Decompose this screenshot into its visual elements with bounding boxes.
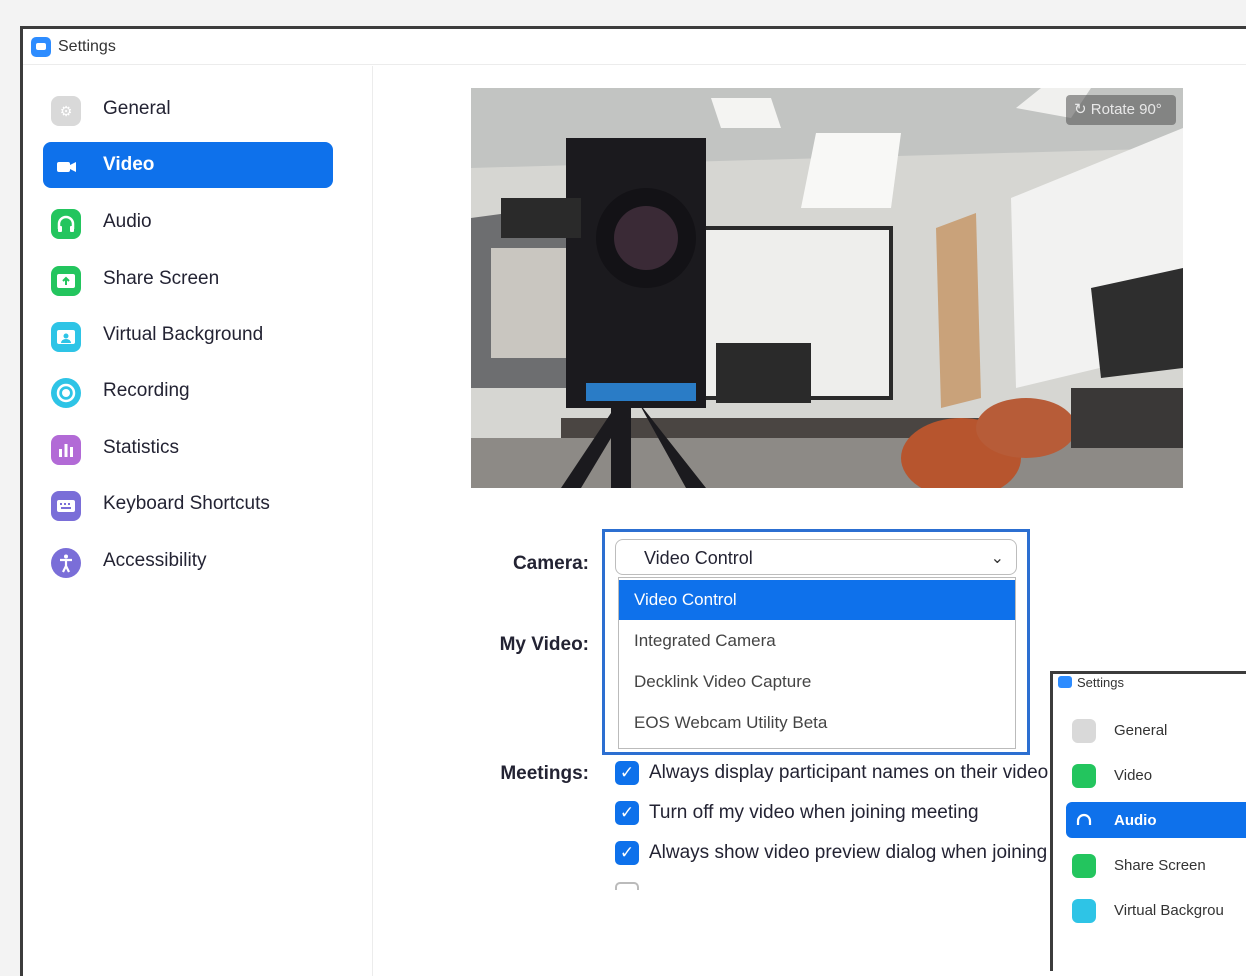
inset-sidebar-item-video[interactable]: Video xyxy=(1066,757,1246,793)
camera-preview xyxy=(471,88,1183,488)
sidebar-item-label: Recording xyxy=(103,380,190,401)
sidebar-item-virtual-background[interactable]: Virtual Background xyxy=(43,312,333,358)
share-screen-icon xyxy=(1072,854,1096,878)
video-camera-icon xyxy=(51,152,81,182)
camera-option-decklink-video-capture[interactable]: Decklink Video Capture xyxy=(619,662,1015,702)
video-camera-icon xyxy=(1072,764,1096,788)
rotate-icon: ↻ xyxy=(1074,101,1087,118)
zoom-logo-icon xyxy=(1058,676,1072,688)
sidebar-item-accessibility[interactable]: Accessibility xyxy=(43,538,333,584)
settings-inset-window: Settings General Video Audio Share Scree… xyxy=(1050,671,1246,971)
share-screen-icon xyxy=(51,266,81,296)
checkbox-label: Turn off my video when joining meeting xyxy=(649,802,979,823)
inset-item-label: Virtual Backgrou xyxy=(1114,902,1224,919)
meetings-label: Meetings: xyxy=(500,763,589,784)
headphones-icon xyxy=(1072,809,1096,833)
statistics-icon xyxy=(51,435,81,465)
sidebar-item-label: Audio xyxy=(103,211,152,232)
recording-icon xyxy=(51,378,81,408)
camera-option-eos-webcam-utility-beta[interactable]: EOS Webcam Utility Beta xyxy=(619,703,1015,743)
inset-sidebar-item-audio[interactable]: Audio xyxy=(1066,802,1246,838)
virtual-background-icon xyxy=(51,322,81,352)
sidebar-item-video[interactable]: Video xyxy=(43,142,333,188)
inset-sidebar-item-general[interactable]: General xyxy=(1066,712,1246,748)
sidebar-item-label: Statistics xyxy=(103,437,180,458)
inset-sidebar-item-virtual-background[interactable]: Virtual Backgrou xyxy=(1066,892,1246,928)
sidebar-item-share-screen[interactable]: Share Screen xyxy=(43,256,333,302)
accessibility-icon xyxy=(51,548,81,578)
inset-window-title: Settings xyxy=(1077,675,1124,690)
inset-item-label: General xyxy=(1114,722,1168,739)
rotate-90-button[interactable]: ↻ Rotate 90° xyxy=(1066,95,1176,125)
title-bar: Settings xyxy=(23,29,1246,65)
checkbox-label: Always display participant names on thei… xyxy=(649,762,1049,783)
headphones-icon xyxy=(51,209,81,239)
checkbox-label: Always show video preview dialog when jo… xyxy=(649,842,1078,863)
keyboard-icon xyxy=(51,491,81,521)
sidebar-item-label: General xyxy=(103,98,171,119)
sidebar-item-label: Video xyxy=(103,154,155,175)
rotate-label: Rotate 90° xyxy=(1090,101,1162,118)
sidebar-item-keyboard-shortcuts[interactable]: Keyboard Shortcuts xyxy=(43,481,333,527)
sidebar-item-label: Virtual Background xyxy=(103,324,264,345)
zoom-logo-icon xyxy=(31,37,51,57)
checkbox-partial-clip xyxy=(615,882,639,890)
window-title: Settings xyxy=(58,38,116,55)
inset-item-label: Share Screen xyxy=(1114,857,1206,874)
camera-options-list: Video Control Integrated Camera Decklink… xyxy=(618,577,1016,749)
chevron-down-icon: ⌄ xyxy=(990,550,1004,567)
sidebar-item-label: Accessibility xyxy=(103,550,207,571)
sidebar-item-general[interactable]: ⚙ General xyxy=(43,86,333,132)
virtual-background-icon xyxy=(1072,899,1096,923)
sidebar-item-audio[interactable]: Audio xyxy=(43,199,333,245)
settings-sidebar: ⚙ General Video Audio Share Screen Virtu… xyxy=(23,66,373,976)
camera-select[interactable]: Video Control ⌄ xyxy=(615,539,1017,575)
gear-icon: ⚙ xyxy=(51,96,81,126)
checkbox-turn-off-video[interactable]: ✓ xyxy=(615,801,639,825)
camera-option-integrated-camera[interactable]: Integrated Camera xyxy=(619,621,1015,661)
camera-option-video-control[interactable]: Video Control xyxy=(619,580,1015,620)
checkbox-show-video-preview[interactable]: ✓ xyxy=(615,841,639,865)
camera-label: Camera: xyxy=(512,553,589,574)
checkbox-unchecked[interactable] xyxy=(615,882,639,890)
inset-item-label: Audio xyxy=(1114,812,1157,829)
checkbox-display-participant-names[interactable]: ✓ xyxy=(615,761,639,785)
inset-sidebar-item-share-screen[interactable]: Share Screen xyxy=(1066,847,1246,883)
gear-icon xyxy=(1072,719,1096,743)
sidebar-item-statistics[interactable]: Statistics xyxy=(43,425,333,471)
camera-select-value: Video Control xyxy=(644,548,753,568)
inset-item-label: Video xyxy=(1114,767,1153,784)
sidebar-item-label: Share Screen xyxy=(103,268,220,289)
my-video-label: My Video: xyxy=(499,634,589,655)
sidebar-item-label: Keyboard Shortcuts xyxy=(103,493,270,514)
camera-preview-image xyxy=(471,88,1183,488)
sidebar-item-recording[interactable]: Recording xyxy=(43,368,333,414)
